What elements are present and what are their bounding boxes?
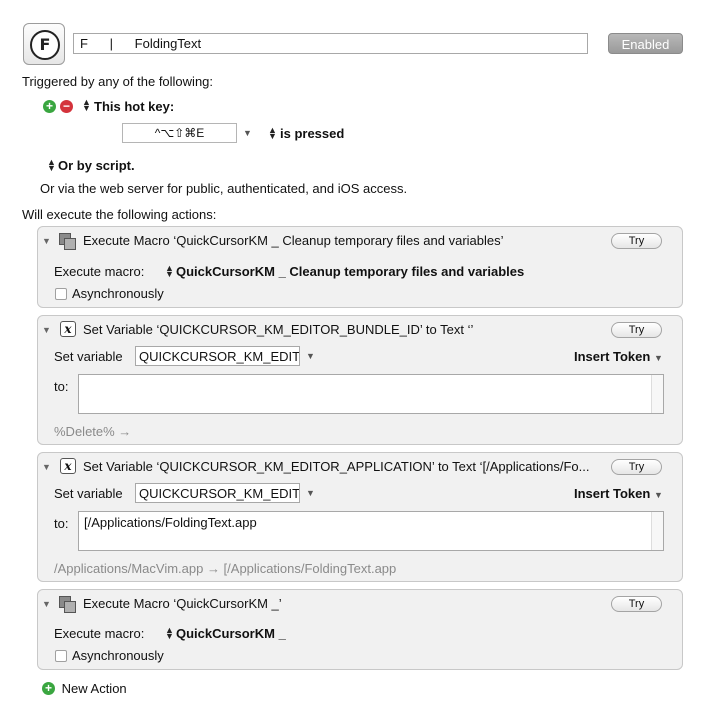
macro-name-field[interactable]: F | FoldingText [73,33,588,54]
scrollbar[interactable] [651,375,663,413]
actions-heading: Will execute the following actions: [22,207,217,222]
condition-updown-icon[interactable]: ▲ ▼ [268,126,277,141]
variable-dropdown-icon[interactable]: ▼ [306,351,315,361]
remove-trigger-icon[interactable]: − [60,100,73,113]
action-execute-macro-quickcursor: ▼ Execute Macro ‘QuickCursorKM _’ Try Ex… [37,589,683,670]
disclosure-triangle-icon[interactable]: ▼ [42,462,51,472]
action-title: Set Variable ‘QUICKCURSOR_KM_EDITOR_APPL… [83,459,590,474]
macro-select[interactable]: QuickCursorKM _ Cleanup temporary files … [176,264,524,279]
to-text-field[interactable] [78,374,664,414]
try-button[interactable]: Try [611,596,662,612]
variable-dropdown-icon[interactable]: ▼ [306,488,315,498]
action-title: Execute Macro ‘QuickCursorKM _ Cleanup t… [83,233,504,248]
set-variable-label: Set variable [54,486,123,501]
macro-select-updown-icon[interactable]: ▲ ▼ [165,264,174,279]
insert-token-button[interactable]: Insert Token ▼ [574,486,663,501]
action-title: Execute Macro ‘QuickCursorKM _’ [83,596,282,611]
disclosure-triangle-icon[interactable]: ▼ [42,236,51,246]
macro-icon-well[interactable]: F [23,23,65,65]
to-text-field[interactable]: [/Applications/FoldingText.app [78,511,664,551]
add-action-icon: + [42,682,55,696]
trigger-type-updown-icon[interactable]: ▲ ▼ [82,98,91,113]
action-set-variable-application: ▼ x Set Variable ‘QUICKCURSOR_KM_EDITOR_… [37,452,683,582]
hotkey-field[interactable]: ^⌥⇧⌘E [122,123,237,143]
script-trigger-label: Or by script. [58,158,135,173]
to-label: to: [54,516,69,531]
disclosure-triangle-icon[interactable]: ▼ [42,599,51,609]
insert-token-label: Insert Token [574,486,651,501]
hotkey-trigger-label: This hot key: [94,99,175,114]
execute-macro-label: Execute macro: [54,626,145,641]
insert-token-label: Insert Token [574,349,651,364]
asynchronously-checkbox[interactable] [55,650,67,662]
variable-x-icon: x [60,458,76,474]
macro-select-updown-icon[interactable]: ▲ ▼ [165,626,174,641]
insert-token-chevron-icon: ▼ [653,353,663,363]
scrollbar[interactable] [651,512,663,550]
try-button[interactable]: Try [611,322,662,338]
web-server-text: Or via the web server for public, authen… [40,181,408,196]
execute-macro-icon [59,233,76,250]
variable-name-field[interactable]: QUICKCURSOR_KM_EDITOR_BUNDLE_ID [135,346,300,366]
set-variable-label: Set variable [54,349,123,364]
try-button[interactable]: Try [611,459,662,475]
action-title: Set Variable ‘QUICKCURSOR_KM_EDITOR_BUND… [83,322,474,337]
execute-macro-icon [59,596,76,613]
text-preview: %Delete% → [54,424,132,439]
hotkey-dropdown-icon[interactable]: ▼ [243,128,252,138]
new-action-label: New Action [61,681,127,697]
add-trigger-icon[interactable]: + [43,100,56,113]
asynchronously-label: Asynchronously [72,648,164,663]
to-label: to: [54,379,69,394]
action-set-variable-bundle-id: ▼ x Set Variable ‘QUICKCURSOR_KM_EDITOR_… [37,315,683,445]
execute-macro-label: Execute macro: [54,264,145,279]
to-text-value: [/Applications/FoldingText.app [84,515,257,530]
enabled-button[interactable]: Enabled [608,33,683,54]
insert-token-button[interactable]: Insert Token ▼ [574,349,663,364]
hotkey-condition-select[interactable]: is pressed [280,126,344,141]
asynchronously-checkbox[interactable] [55,288,67,300]
action-execute-macro-cleanup: ▼ Execute Macro ‘QuickCursorKM _ Cleanup… [37,226,683,308]
variable-name-field[interactable]: QUICKCURSOR_KM_EDITOR_APPLICATION [135,483,300,503]
disclosure-triangle-icon[interactable]: ▼ [42,325,51,335]
insert-token-chevron-icon: ▼ [653,490,663,500]
asynchronously-label: Asynchronously [72,286,164,301]
variable-x-icon: x [60,321,76,337]
triggers-heading: Triggered by any of the following: [22,74,214,89]
try-button[interactable]: Try [611,233,662,249]
new-action-button[interactable]: + New Action [42,680,127,696]
script-trigger-updown-icon[interactable]: ▲ ▼ [47,158,56,173]
macro-select[interactable]: QuickCursorKM _ [176,626,286,641]
foldingtext-app-icon: F [30,30,60,60]
text-preview: /Applications/MacVim.app → [/Application… [54,561,397,576]
